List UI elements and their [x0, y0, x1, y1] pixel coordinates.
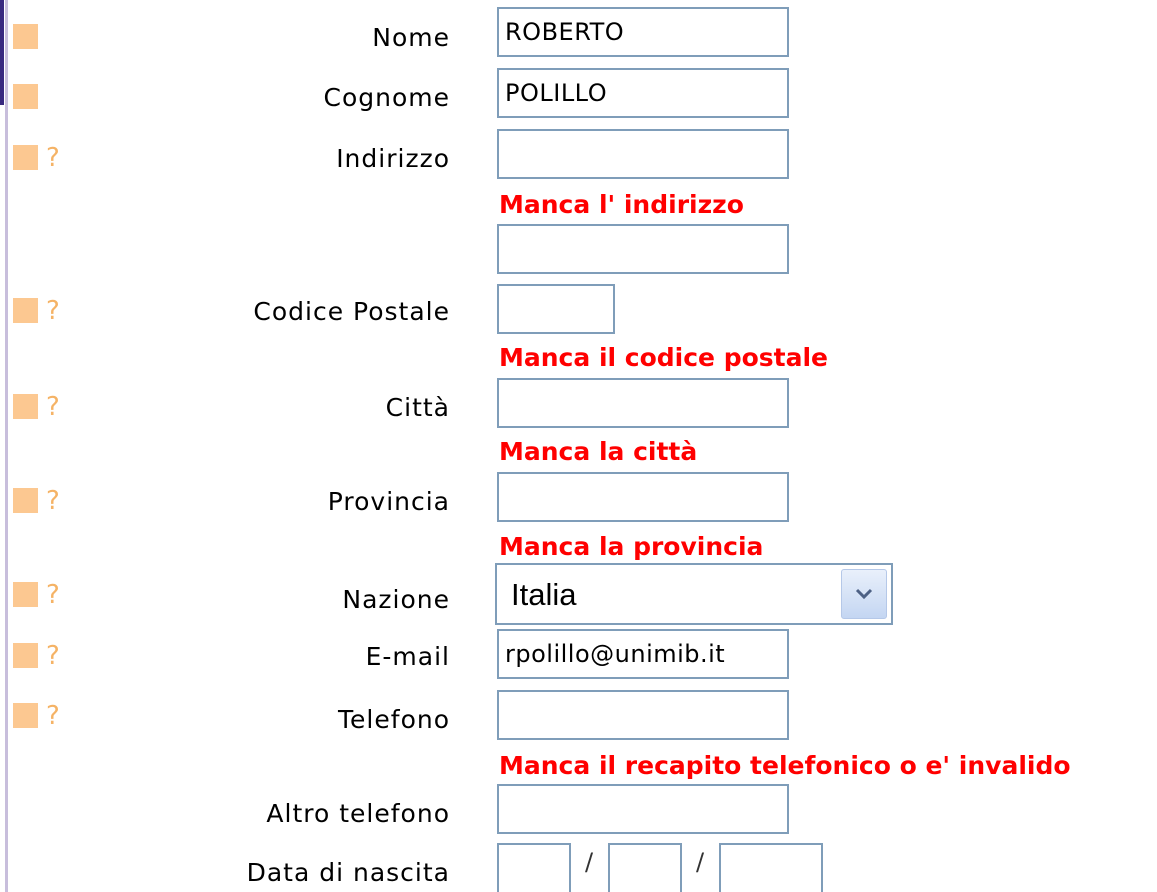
date-separator: / — [696, 848, 705, 876]
date-separator: / — [585, 848, 594, 876]
citta-error: Manca la città — [499, 437, 698, 466]
cognome-label: Cognome — [323, 83, 450, 112]
status-square-email — [13, 643, 38, 668]
help-question-icon[interactable]: ? — [46, 394, 60, 420]
codice-postale-error: Manca il codice postale — [499, 343, 829, 372]
help-question-icon[interactable]: ? — [46, 298, 60, 324]
status-square-indirizzo — [13, 145, 38, 170]
cognome-input[interactable] — [497, 68, 789, 118]
indirizzo-input[interactable] — [497, 129, 789, 179]
data-nascita-label: Data di nascita — [246, 858, 450, 887]
birth-month-input[interactable] — [608, 843, 682, 892]
provincia-error: Manca la provincia — [499, 532, 764, 561]
nazione-select[interactable]: Italia — [495, 563, 893, 625]
altro-telefono-input[interactable] — [497, 784, 789, 834]
status-square-provincia — [13, 488, 38, 513]
nazione-selected-value: Italia — [511, 577, 577, 612]
help-question-icon[interactable]: ? — [46, 582, 60, 608]
altro-telefono-label: Altro telefono — [266, 799, 450, 828]
nome-input[interactable] — [497, 7, 789, 57]
email-input[interactable] — [497, 629, 789, 679]
left-edge-dark-bar — [0, 0, 4, 105]
left-edge-light-bar — [5, 0, 8, 892]
codice-postale-label: Codice Postale — [253, 297, 450, 326]
codice-postale-input[interactable] — [497, 284, 615, 334]
nazione-label: Nazione — [342, 585, 450, 614]
status-square-cap — [13, 298, 38, 323]
birth-day-input[interactable] — [497, 843, 571, 892]
citta-label: Città — [385, 393, 450, 422]
email-label: E-mail — [365, 642, 450, 671]
birth-year-input[interactable] — [719, 843, 823, 892]
telefono-input[interactable] — [497, 690, 789, 740]
citta-input[interactable] — [497, 378, 789, 428]
status-square-nome — [13, 24, 38, 49]
help-question-icon[interactable]: ? — [46, 643, 60, 669]
help-question-icon[interactable]: ? — [46, 703, 60, 729]
provincia-input[interactable] — [497, 472, 789, 522]
help-question-icon[interactable]: ? — [46, 145, 60, 171]
status-square-cognome — [13, 84, 38, 109]
status-square-telefono — [13, 703, 38, 728]
provincia-label: Provincia — [327, 487, 450, 516]
indirizzo-label: Indirizzo — [336, 144, 450, 173]
telefono-error: Manca il recapito telefonico o e' invali… — [499, 751, 1071, 780]
indirizzo-error: Manca l' indirizzo — [499, 190, 744, 219]
telefono-label: Telefono — [338, 705, 450, 734]
nome-label: Nome — [372, 23, 450, 52]
help-question-icon[interactable]: ? — [46, 488, 60, 514]
indirizzo-line2-input[interactable] — [497, 224, 789, 274]
chevron-down-icon[interactable] — [841, 569, 887, 619]
status-square-citta — [13, 394, 38, 419]
status-square-nazione — [13, 582, 38, 607]
